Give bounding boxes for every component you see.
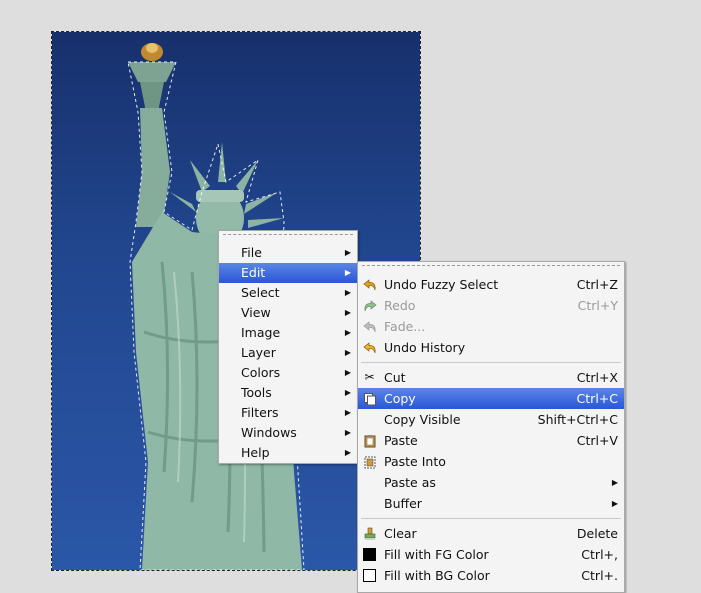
submenu-arrow-icon: ▶ <box>344 248 351 257</box>
menu-item-fill-fg[interactable]: Fill with FG Color Ctrl+, <box>358 544 624 565</box>
submenu-arrow-icon: ▶ <box>344 388 351 397</box>
submenu-arrow-icon: ▶ <box>611 499 618 508</box>
submenu-arrow-icon: ▶ <box>344 408 351 417</box>
paste-into-icon <box>362 454 377 469</box>
menu-item-copy[interactable]: Copy Ctrl+C <box>358 388 624 409</box>
menu-item-paste-as[interactable]: Paste as ▶ <box>358 472 624 493</box>
menu-item-fill-bg[interactable]: Fill with BG Color Ctrl+. <box>358 565 624 586</box>
menu-separator <box>361 362 621 363</box>
menu-item-buffer[interactable]: Buffer ▶ <box>358 493 624 514</box>
menu-item-paste[interactable]: Paste Ctrl+V <box>358 430 624 451</box>
menu-item-clear[interactable]: Clear Delete <box>358 523 624 544</box>
undo-history-icon <box>362 340 377 355</box>
copy-icon <box>362 391 377 406</box>
submenu-arrow-icon: ▶ <box>344 268 351 277</box>
submenu-arrow-icon: ▶ <box>344 328 351 337</box>
menu-item-redo[interactable]: Redo Ctrl+Y <box>358 295 624 316</box>
menu-item-edit[interactable]: Edit ▶ <box>219 263 357 283</box>
bg-color-swatch-icon <box>362 568 377 583</box>
menu-item-undo-history[interactable]: Undo History <box>358 337 624 358</box>
fg-color-swatch-icon <box>362 547 377 562</box>
menu-item-view[interactable]: View ▶ <box>219 303 357 323</box>
menu-item-file[interactable]: File ▶ <box>219 243 357 263</box>
menu-item-image[interactable]: Image ▶ <box>219 323 357 343</box>
menu-item-copy-visible[interactable]: Copy Visible Shift+Ctrl+C <box>358 409 624 430</box>
submenu-arrow-icon: ▶ <box>344 368 351 377</box>
menu-item-undo[interactable]: Undo Fuzzy Select Ctrl+Z <box>358 274 624 295</box>
submenu-arrow-icon: ▶ <box>344 288 351 297</box>
submenu-arrow-icon: ▶ <box>344 308 351 317</box>
paste-icon <box>362 433 377 448</box>
menu-tearoff[interactable] <box>223 234 353 241</box>
menu-item-paste-into[interactable]: Paste Into <box>358 451 624 472</box>
image-context-menu: File ▶ Edit ▶ Select ▶ View ▶ Image ▶ Layer ▶ … <box>218 230 358 464</box>
menu-item-layer[interactable]: Layer ▶ <box>219 343 357 363</box>
menu-item-select[interactable]: Select ▶ <box>219 283 357 303</box>
menu-item-windows[interactable]: Windows ▶ <box>219 423 357 443</box>
submenu-arrow-icon: ▶ <box>611 478 618 487</box>
redo-icon <box>362 298 377 313</box>
menu-item-help[interactable]: Help ▶ <box>219 443 357 463</box>
submenu-arrow-icon: ▶ <box>344 348 351 357</box>
clear-icon <box>362 526 377 541</box>
menu-separator <box>361 518 621 519</box>
scissors-icon: ✂ <box>364 370 375 384</box>
menu-item-filters[interactable]: Filters ▶ <box>219 403 357 423</box>
submenu-arrow-icon: ▶ <box>344 448 351 457</box>
edit-submenu: Undo Fuzzy Select Ctrl+Z Redo Ctrl+Y Fad… <box>357 261 625 593</box>
menu-item-colors[interactable]: Colors ▶ <box>219 363 357 383</box>
menu-item-fade[interactable]: Fade... <box>358 316 624 337</box>
menu-tearoff[interactable] <box>362 265 620 272</box>
fade-icon <box>362 319 377 334</box>
menu-item-tools[interactable]: Tools ▶ <box>219 383 357 403</box>
menu-item-cut[interactable]: ✂ Cut Ctrl+X <box>358 367 624 388</box>
undo-icon <box>362 277 377 292</box>
submenu-arrow-icon: ▶ <box>344 428 351 437</box>
